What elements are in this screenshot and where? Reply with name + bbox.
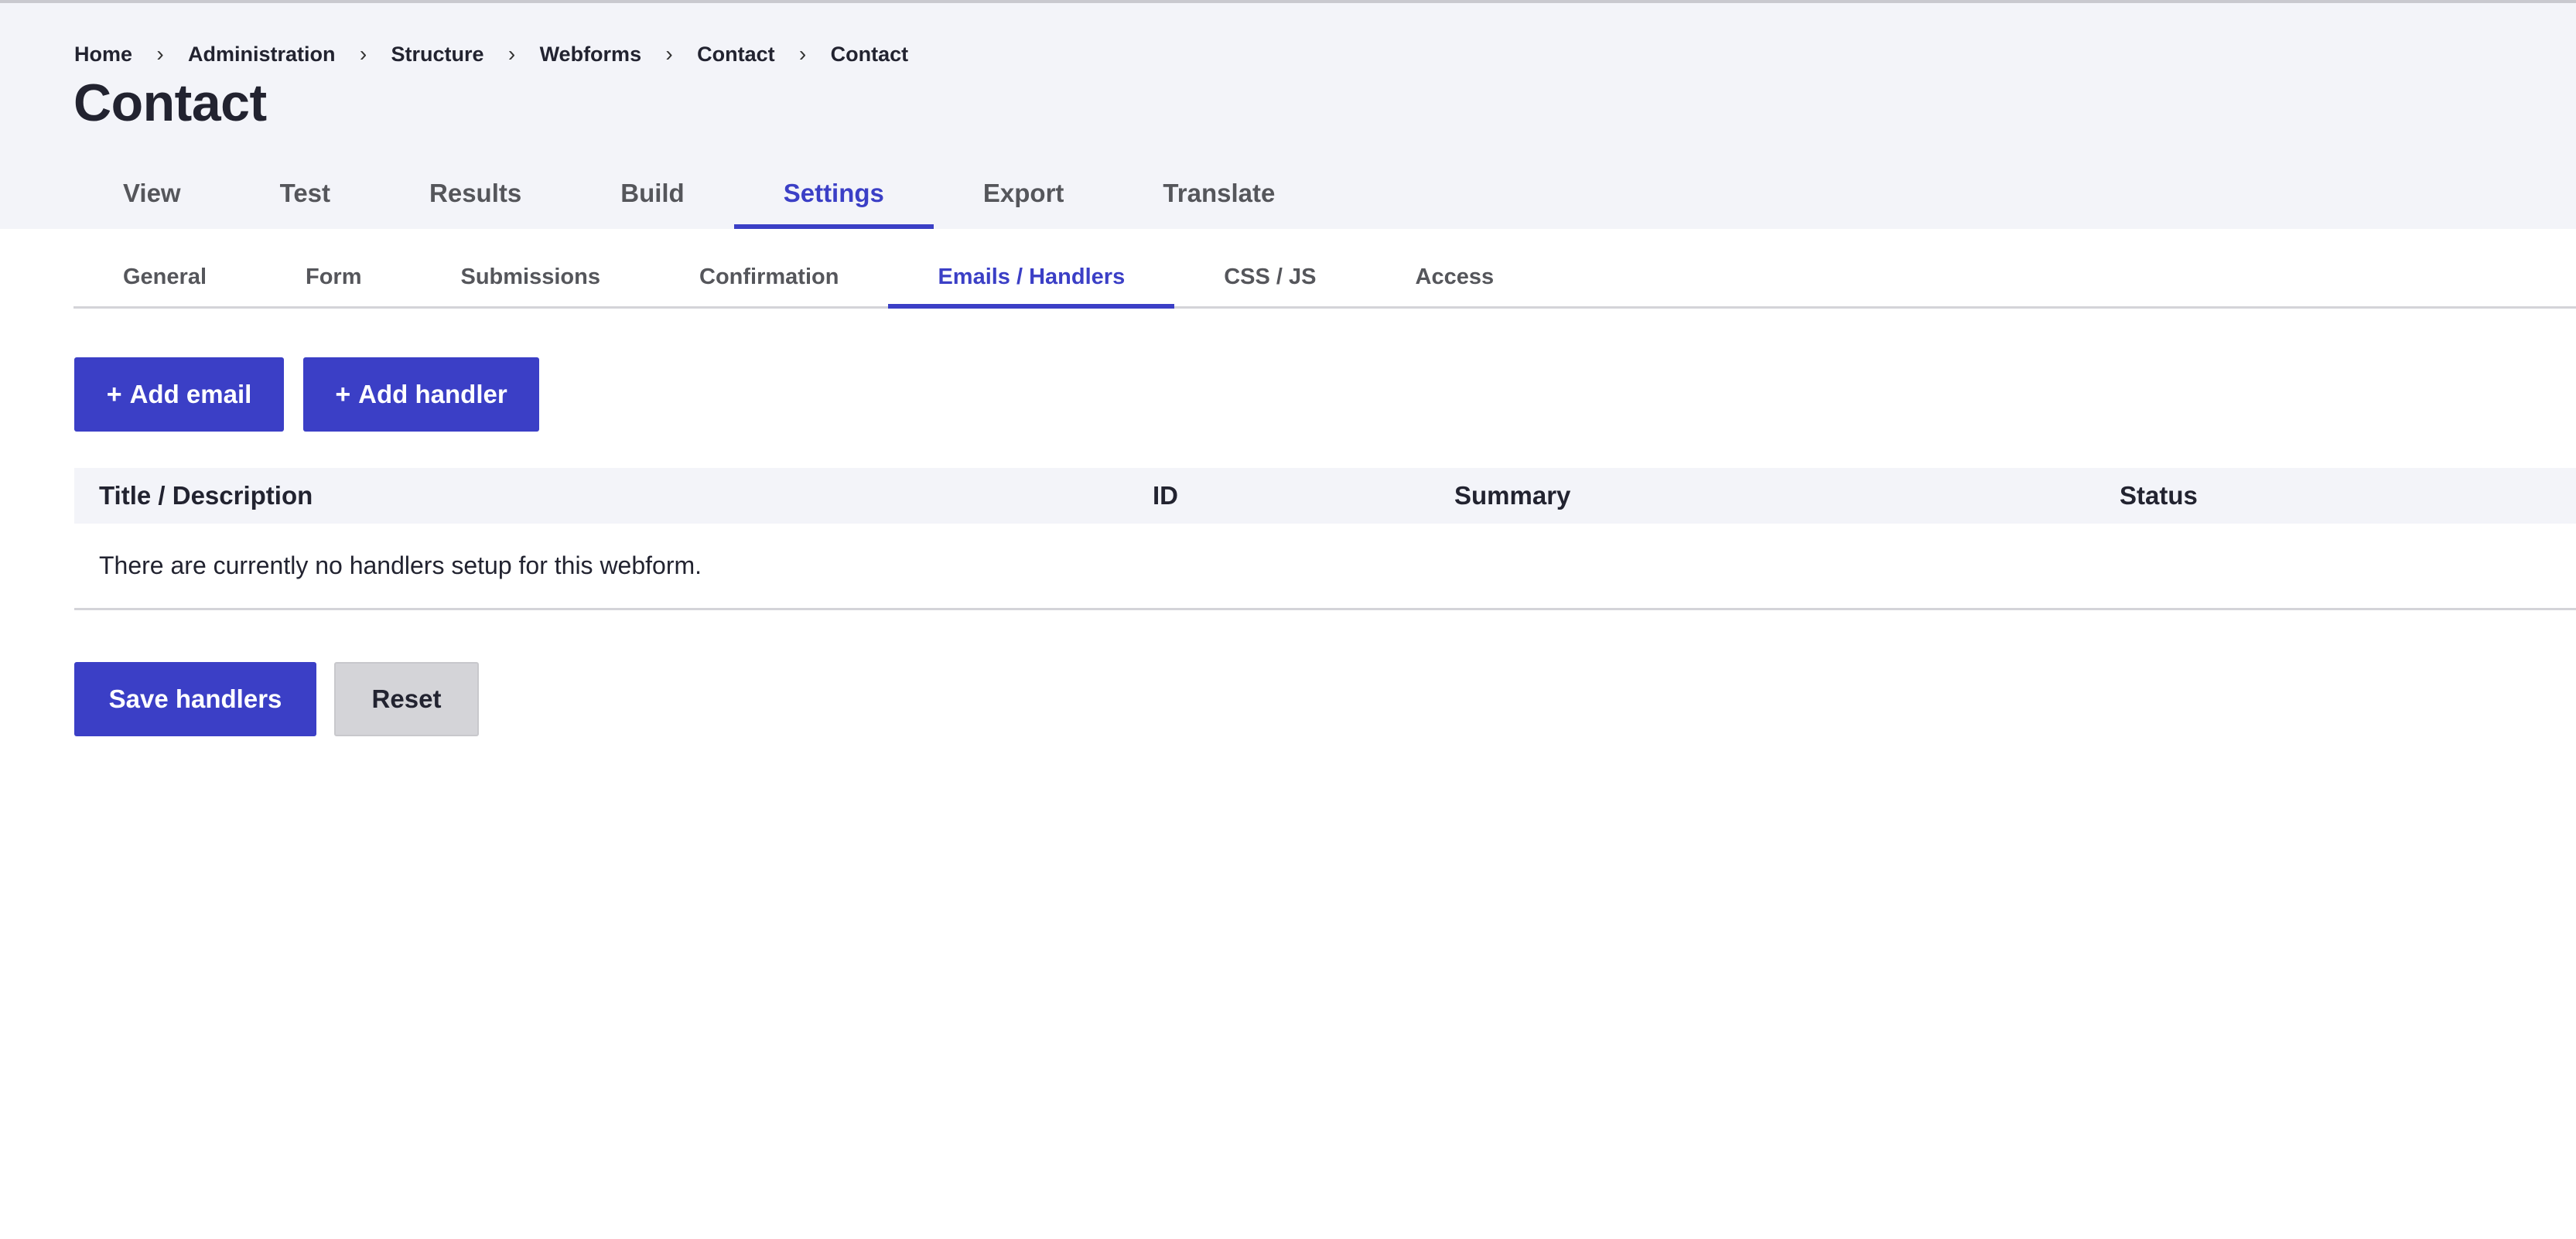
secondary-tabs: General Form Submissions Confirmation Em… — [73, 247, 2576, 309]
add-handler-button[interactable]: + Add handler — [303, 357, 539, 432]
subtab-submissions[interactable]: Submissions — [412, 247, 651, 306]
subtab-emails-handlers[interactable]: Emails / Handlers — [888, 247, 1174, 309]
table-empty-row: There are currently no handlers setup fo… — [74, 524, 2576, 610]
plus-icon: + — [335, 379, 351, 409]
page-title: Contact — [73, 73, 267, 132]
subtab-general[interactable]: General — [73, 247, 256, 306]
subtab-form[interactable]: Form — [256, 247, 412, 306]
breadcrumb-administration[interactable]: Administration — [188, 43, 336, 67]
add-email-label: Add email — [129, 380, 252, 408]
page-header: Home › Administration › Structure › Webf… — [0, 3, 2576, 229]
tab-view[interactable]: View — [73, 158, 231, 229]
chevron-right-icon: › — [359, 42, 367, 66]
tab-test[interactable]: Test — [231, 158, 380, 229]
handlers-table-header: Title / Description ID Summary Status — [74, 468, 2576, 524]
add-handler-label: Add handler — [358, 380, 507, 408]
tab-results[interactable]: Results — [380, 158, 571, 229]
empty-message: There are currently no handlers setup fo… — [99, 551, 702, 579]
chevron-right-icon: › — [798, 42, 807, 66]
breadcrumb-contact-webform[interactable]: Contact — [697, 43, 775, 67]
chevron-right-icon: › — [665, 42, 673, 66]
tab-build[interactable]: Build — [571, 158, 733, 229]
chevron-right-icon: › — [507, 42, 516, 66]
subtab-confirmation[interactable]: Confirmation — [650, 247, 888, 306]
breadcrumb-home[interactable]: Home — [74, 43, 132, 67]
primary-tabs: View Test Results Build Settings Export … — [73, 158, 1324, 229]
breadcrumb-contact-current[interactable]: Contact — [831, 43, 909, 67]
column-id: ID — [1153, 481, 1178, 510]
column-summary: Summary — [1454, 481, 1571, 510]
column-title-description: Title / Description — [99, 481, 313, 510]
breadcrumb: Home › Administration › Structure › Webf… — [74, 39, 908, 70]
reset-button[interactable]: Reset — [334, 662, 479, 736]
breadcrumb-structure[interactable]: Structure — [391, 43, 484, 67]
save-handlers-button[interactable]: Save handlers — [74, 662, 316, 736]
chevron-right-icon: › — [156, 42, 164, 66]
column-status: Status — [2120, 481, 2198, 510]
plus-icon: + — [106, 379, 122, 409]
breadcrumb-webforms[interactable]: Webforms — [540, 43, 642, 67]
tab-translate[interactable]: Translate — [1113, 158, 1324, 229]
subtab-css-js[interactable]: CSS / JS — [1174, 247, 1365, 306]
tab-export[interactable]: Export — [934, 158, 1114, 229]
tab-settings[interactable]: Settings — [733, 158, 934, 229]
subtab-access[interactable]: Access — [1366, 247, 1544, 306]
add-email-button[interactable]: + Add email — [74, 357, 284, 432]
